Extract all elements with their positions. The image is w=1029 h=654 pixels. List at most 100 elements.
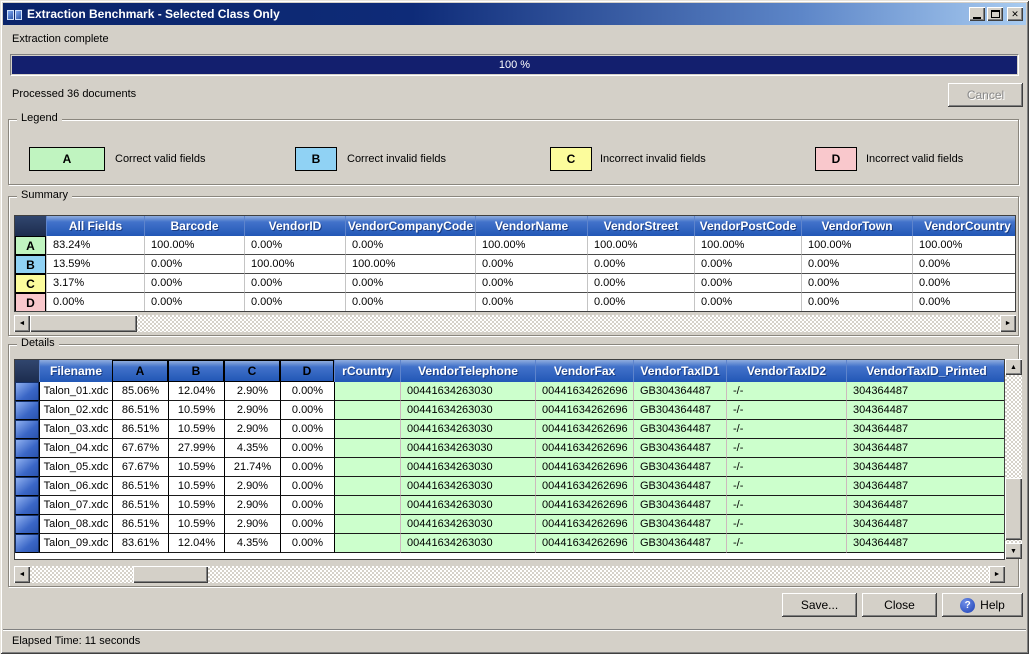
- scroll-right-button[interactable]: ►: [1000, 315, 1016, 332]
- details-cell: 2.90%: [224, 496, 280, 515]
- row-selector[interactable]: [15, 477, 39, 496]
- details-cell: 85.06%: [112, 382, 168, 401]
- row-selector[interactable]: [15, 401, 39, 420]
- details-cell: 86.51%: [112, 515, 168, 534]
- details-row: Talon_02.xdc 86.51% 10.59% 2.90% 0.00% 0…: [15, 401, 1005, 420]
- details-column-header: VendorFax: [535, 360, 633, 382]
- details-cell: 0.00%: [280, 420, 334, 439]
- details-cell: 12.04%: [168, 382, 224, 401]
- details-horizontal-scrollbar[interactable]: ◄ ►: [14, 566, 1005, 583]
- cancel-button: Cancel: [948, 83, 1023, 107]
- maximize-icon: [991, 10, 1000, 18]
- details-column-header: Filename: [39, 360, 112, 382]
- legend-swatch-b: B: [295, 147, 337, 171]
- details-cell: 0.00%: [280, 477, 334, 496]
- summary-cell: 0.00%: [694, 274, 801, 293]
- summary-cell: 0.00%: [244, 293, 345, 312]
- scroll-right-button[interactable]: ►: [989, 566, 1005, 583]
- summary-horizontal-scrollbar[interactable]: ◄ ►: [14, 315, 1016, 332]
- details-column-header: VendorTaxID_Printed: [846, 360, 1005, 382]
- details-cell: 304364487: [846, 382, 1005, 401]
- details-cell: 00441634263030: [400, 515, 535, 534]
- details-cell: -/-: [726, 420, 846, 439]
- summary-cell: 0.00%: [144, 255, 244, 274]
- summary-cell: 0.00%: [587, 255, 694, 274]
- summary-cell: 0.00%: [46, 293, 144, 312]
- details-cell: 00441634262696: [535, 515, 633, 534]
- progress-bar-fill: 100 %: [12, 56, 1017, 74]
- details-cell: -/-: [726, 439, 846, 458]
- details-cell: 67.67%: [112, 439, 168, 458]
- maximize-button[interactable]: [987, 7, 1003, 21]
- details-cell: 00441634263030: [400, 382, 535, 401]
- details-row: Talon_01.xdc 85.06% 12.04% 2.90% 0.00% 0…: [15, 382, 1005, 401]
- close-icon: ✕: [1011, 9, 1019, 20]
- scroll-left-button[interactable]: ◄: [14, 566, 30, 583]
- app-icon[interactable]: [6, 7, 23, 22]
- row-selector[interactable]: [15, 534, 39, 553]
- row-selector[interactable]: [15, 458, 39, 477]
- details-column-header: VendorTelephone: [400, 360, 535, 382]
- details-cell: 2.90%: [224, 382, 280, 401]
- details-cell: GB304364487: [633, 382, 726, 401]
- details-vscrollbar-thumb[interactable]: [1005, 478, 1022, 540]
- row-selector[interactable]: [15, 496, 39, 515]
- status-bar: Elapsed Time: 11 seconds: [3, 629, 1026, 651]
- details-cell: 86.51%: [112, 477, 168, 496]
- cancel-button-label: Cancel: [967, 88, 1004, 102]
- details-cell: 0.00%: [280, 458, 334, 477]
- summary-column-header: VendorCompanyCode: [345, 216, 475, 236]
- summary-column-header: VendorName: [475, 216, 587, 236]
- scroll-down-button[interactable]: ▼: [1005, 543, 1022, 559]
- details-cell: 0.00%: [280, 534, 334, 553]
- details-cell: 00441634262696: [535, 496, 633, 515]
- summary-scrollbar-thumb[interactable]: [30, 315, 137, 332]
- summary-column-header: VendorTown: [801, 216, 912, 236]
- details-cell: [334, 420, 400, 439]
- close-dialog-button[interactable]: Close: [862, 593, 937, 617]
- save-button[interactable]: Save...: [782, 593, 857, 617]
- filename-cell: Talon_01.xdc: [39, 382, 112, 401]
- details-row: Talon_07.xdc 86.51% 10.59% 2.90% 0.00% 0…: [15, 496, 1005, 515]
- details-cell: 86.51%: [112, 401, 168, 420]
- row-selector[interactable]: [15, 382, 39, 401]
- summary-cell: 0.00%: [801, 274, 912, 293]
- summary-column-header: All Fields: [46, 216, 144, 236]
- details-hscrollbar-thumb[interactable]: [133, 566, 208, 583]
- details-cell: 00441634263030: [400, 439, 535, 458]
- details-column-header: C: [224, 360, 280, 382]
- help-button[interactable]: ? Help: [942, 593, 1023, 617]
- details-cell: -/-: [726, 515, 846, 534]
- details-cell: 0.00%: [280, 382, 334, 401]
- details-cell: 00441634263030: [400, 496, 535, 515]
- legend-swatch-c: C: [550, 147, 592, 171]
- details-header-row: Filename A B C D rCountry VendorTelephon…: [15, 360, 1005, 382]
- details-column-header: A: [112, 360, 168, 382]
- details-cell: 83.61%: [112, 534, 168, 553]
- help-icon: ?: [960, 598, 975, 613]
- details-cell: 00441634263030: [400, 477, 535, 496]
- progress-bar: 100 %: [10, 54, 1019, 76]
- row-selector[interactable]: [15, 439, 39, 458]
- details-column-header: D: [280, 360, 334, 382]
- scroll-left-button[interactable]: ◄: [14, 315, 30, 332]
- details-vertical-scrollbar[interactable]: ▲ ▼: [1005, 359, 1022, 559]
- details-cell: [334, 477, 400, 496]
- titlebar[interactable]: Extraction Benchmark - Selected Class On…: [3, 3, 1026, 25]
- scroll-up-button[interactable]: ▲: [1005, 359, 1022, 375]
- summary-cell: 0.00%: [587, 274, 694, 293]
- details-cell: 00441634262696: [535, 534, 633, 553]
- details-cell: 2.90%: [224, 477, 280, 496]
- row-selector[interactable]: [15, 420, 39, 439]
- summary-cell: 100.00%: [345, 255, 475, 274]
- scroll-right-icon: ►: [1005, 320, 1012, 327]
- details-cell: -/-: [726, 401, 846, 420]
- summary-row-key: C: [15, 274, 46, 293]
- scroll-left-icon: ◄: [19, 571, 26, 578]
- details-cell: 00441634262696: [535, 477, 633, 496]
- row-selector[interactable]: [15, 515, 39, 534]
- filename-cell: Talon_03.xdc: [39, 420, 112, 439]
- close-button[interactable]: ✕: [1007, 7, 1023, 21]
- minimize-button[interactable]: [969, 7, 985, 21]
- summary-column-header: VendorPostCode: [694, 216, 801, 236]
